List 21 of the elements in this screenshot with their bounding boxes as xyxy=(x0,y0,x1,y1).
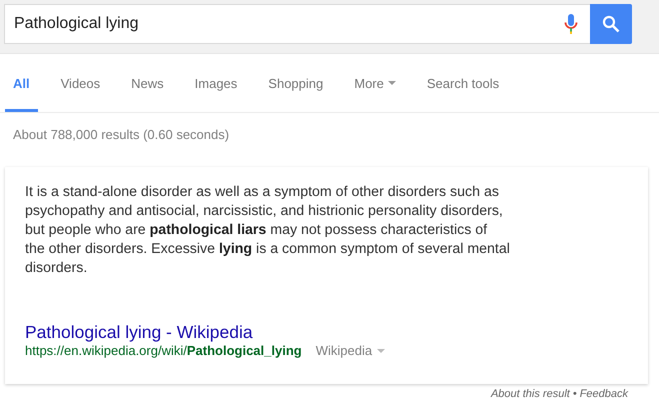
tab[interactable]: Images xyxy=(186,54,246,112)
search-button[interactable] xyxy=(590,4,632,44)
separator: • xyxy=(572,388,577,400)
tab[interactable]: All xyxy=(5,54,38,112)
tab[interactable]: Shopping xyxy=(260,54,332,112)
microphone-icon[interactable] xyxy=(564,13,578,35)
result-url: https://en.wikipedia.org/wiki/Pathological_lying xyxy=(25,343,302,358)
tab[interactable]: Search tools xyxy=(418,54,508,112)
feedback-link[interactable]: Feedback xyxy=(580,388,628,400)
about-link[interactable]: About this result xyxy=(490,388,570,400)
search-field[interactable]: Pathological lying xyxy=(4,4,590,44)
snippet-text: It is a stand-alone disorder as well as a symptom of other disorders such as psychopathy and antisocial, narcissistic, and histrionic personality disorders, but people who are pathological liars may not possess characteristics of the other disorders. Excessive lying is a common symptom of several mental disorders. xyxy=(25,183,510,278)
result-stats: About 788,000 results (0.60 seconds) xyxy=(12,126,230,144)
caret-icon xyxy=(377,348,386,352)
tab[interactable]: News xyxy=(123,54,172,112)
result-link[interactable]: Pathological lying - Wikipedia xyxy=(25,322,253,343)
tab[interactable]: More xyxy=(346,54,404,112)
source-dropdown[interactable]: Wikipedia xyxy=(316,343,386,358)
tab[interactable]: Videos xyxy=(52,54,108,112)
caret-icon xyxy=(388,81,396,85)
search-icon xyxy=(602,15,620,33)
